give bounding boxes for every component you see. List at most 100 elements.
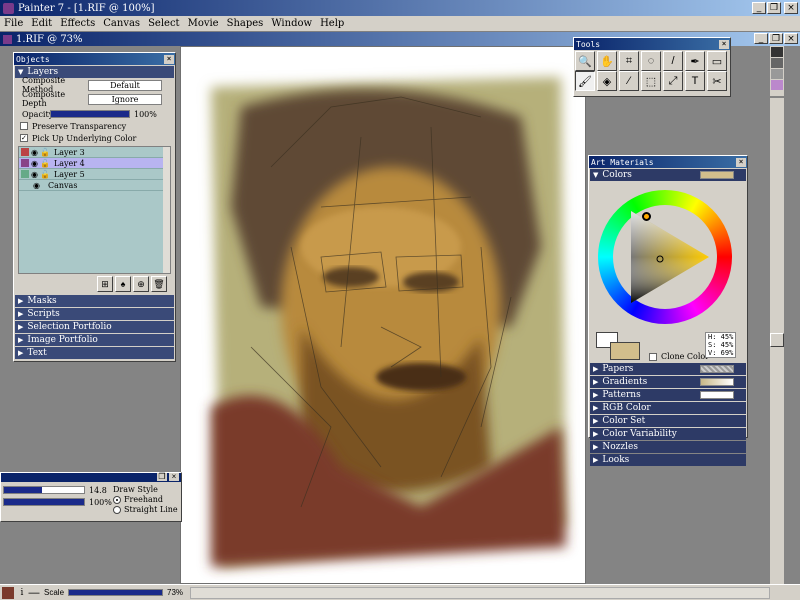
layer-lock-icon[interactable] <box>21 159 29 167</box>
strip-icon[interactable] <box>771 80 783 90</box>
menu-select[interactable]: Select <box>144 18 184 29</box>
lock-icon[interactable]: 🔓 <box>40 159 50 168</box>
pickup-color-checkbox[interactable]: ✓ <box>20 134 28 142</box>
image-portfolio-section[interactable]: ▶ Image Portfolio <box>15 334 174 346</box>
pickup-color-label: Pick Up Underlying Color <box>32 133 137 143</box>
layer-adjuster-tool-icon[interactable]: ⤢ <box>663 71 683 91</box>
delete-layer-icon[interactable]: 🗑 <box>151 276 167 292</box>
layer-lock-icon[interactable] <box>21 170 29 178</box>
canvas-area[interactable] <box>180 46 586 584</box>
preserve-transparency-checkbox[interactable] <box>20 122 28 130</box>
eye-icon[interactable]: ◉ <box>31 170 38 179</box>
colors-section-header[interactable]: ▼ Colors <box>590 169 746 181</box>
rgb-color-row[interactable]: ▶ RGB Color <box>590 402 746 414</box>
menu-canvas[interactable]: Canvas <box>99 18 144 29</box>
straight-line-option[interactable]: Straight Line <box>113 505 178 514</box>
scroll-thumb[interactable] <box>770 333 784 347</box>
menu-effects[interactable]: Effects <box>56 18 99 29</box>
objects-close-button[interactable]: × <box>164 54 174 64</box>
eye-icon[interactable]: ◉ <box>33 181 40 190</box>
art-materials-close-button[interactable]: × <box>736 157 746 167</box>
lock-icon[interactable]: 🔓 <box>40 148 50 157</box>
minus-icon[interactable]: — <box>28 587 40 599</box>
menu-window[interactable]: Window <box>267 18 316 29</box>
color-picker[interactable]: Clone Color H: 45% S: 45% V: 69% <box>589 182 747 361</box>
composite-depth-dropdown[interactable]: Ignore <box>88 93 162 105</box>
freehand-radio[interactable] <box>113 495 121 504</box>
color-icon[interactable] <box>2 586 14 599</box>
gradients-row[interactable]: ▶ Gradients <box>590 376 746 388</box>
dynamic-plugin-icon[interactable]: ♠ <box>115 276 131 292</box>
paint-bucket-icon[interactable]: ◈ <box>597 71 617 91</box>
layer-list-scrollbar[interactable] <box>163 147 170 273</box>
doc-close-button[interactable]: × <box>784 33 798 44</box>
straight-line-radio[interactable] <box>113 505 121 514</box>
scripts-section[interactable]: ▶ Scripts <box>15 308 174 320</box>
freehand-option[interactable]: Freehand <box>113 495 178 504</box>
strip-icon[interactable] <box>771 58 783 68</box>
saturation-value-triangle[interactable] <box>613 205 717 309</box>
pen-icon[interactable]: ✒ <box>685 51 705 71</box>
draw-style-label: Draw Style <box>113 485 158 494</box>
doc-restore-button[interactable]: ❐ <box>769 33 783 44</box>
vertical-scrollbar[interactable] <box>770 98 784 584</box>
layer-lock-icon[interactable] <box>21 148 29 156</box>
menu-help[interactable]: Help <box>316 18 348 29</box>
layer-adjuster-icon[interactable]: ⊞ <box>97 276 113 292</box>
strip-icon[interactable] <box>771 47 783 57</box>
color-set-row[interactable]: ▶ Color Set <box>590 415 746 427</box>
text-tool-icon[interactable]: T <box>685 71 705 91</box>
menu-file[interactable]: File <box>0 18 27 29</box>
pickup-color-row[interactable]: ✓ Pick Up Underlying Color <box>14 132 175 144</box>
menu-bar: File Edit Effects Canvas Select Movie Sh… <box>0 16 800 32</box>
info-icon[interactable]: i <box>16 588 28 598</box>
crop-icon[interactable]: ⌗ <box>619 51 639 71</box>
clone-color-checkbox[interactable] <box>649 353 657 361</box>
selection-portfolio-section[interactable]: ▶ Selection Portfolio <box>15 321 174 333</box>
minimize-button[interactable]: _ <box>752 2 766 14</box>
composite-method-dropdown[interactable]: Default <box>88 79 162 91</box>
preserve-transparency-row[interactable]: Preserve Transparency <box>14 120 175 132</box>
layer-row[interactable]: ◉ Canvas <box>19 180 170 191</box>
brush-active-icon[interactable]: 🖌 <box>575 71 595 91</box>
menu-shapes[interactable]: Shapes <box>223 18 268 29</box>
grabber-icon[interactable]: ✋ <box>597 51 617 71</box>
layer-row[interactable]: ◉ 🔓 Layer 3 <box>19 147 170 158</box>
doc-minimize-button[interactable]: _ <box>754 33 768 44</box>
lock-icon[interactable]: 🔓 <box>40 170 50 179</box>
rect-selection-icon[interactable]: ⬚ <box>641 71 661 91</box>
dropper-icon[interactable]: ⁄ <box>619 71 639 91</box>
primary-color-swatch[interactable] <box>610 342 640 360</box>
tools-close-button[interactable]: × <box>719 39 729 49</box>
new-layer-icon[interactable]: ⊕ <box>133 276 149 292</box>
color-variability-row[interactable]: ▶ Color Variability <box>590 428 746 440</box>
nozzles-row[interactable]: ▶ Nozzles <box>590 441 746 453</box>
eye-icon[interactable]: ◉ <box>31 159 38 168</box>
patterns-row[interactable]: ▶ Patterns <box>590 389 746 401</box>
layer-row-selected[interactable]: ◉ 🔓 Layer 4 <box>19 158 170 169</box>
horizontal-scrollbar[interactable] <box>190 587 770 599</box>
opacity-slider[interactable] <box>50 110 130 118</box>
lasso-icon[interactable]: ◌ <box>641 51 661 71</box>
magnifier-icon[interactable]: 🔍 <box>575 51 595 71</box>
restore-button[interactable]: ❐ <box>767 2 781 14</box>
menu-edit[interactable]: Edit <box>27 18 56 29</box>
brush-icon[interactable]: / <box>663 51 683 71</box>
rectangle-icon[interactable]: ▭ <box>707 51 727 71</box>
strip-icon[interactable] <box>771 69 783 79</box>
scissors-icon[interactable]: ✂ <box>707 71 727 91</box>
layer-row[interactable]: ◉ 🔓 Layer 5 <box>19 169 170 180</box>
eye-icon[interactable]: ◉ <box>31 148 38 157</box>
close-button[interactable]: × <box>784 2 798 14</box>
scale-slider[interactable] <box>68 589 164 596</box>
masks-section[interactable]: ▶ Masks <box>15 295 174 307</box>
papers-row[interactable]: ▶ Papers <box>590 363 746 375</box>
looks-row[interactable]: ▶ Looks <box>590 454 746 466</box>
text-section[interactable]: ▶ Text <box>15 347 174 359</box>
menu-movie[interactable]: Movie <box>184 18 223 29</box>
hue-marker[interactable] <box>642 212 651 221</box>
brush-controls-close-button[interactable]: × <box>169 473 179 481</box>
size-slider[interactable] <box>3 486 85 494</box>
brush-controls-restore-button[interactable]: ❐ <box>157 473 167 481</box>
brush-opacity-slider[interactable] <box>3 498 85 506</box>
